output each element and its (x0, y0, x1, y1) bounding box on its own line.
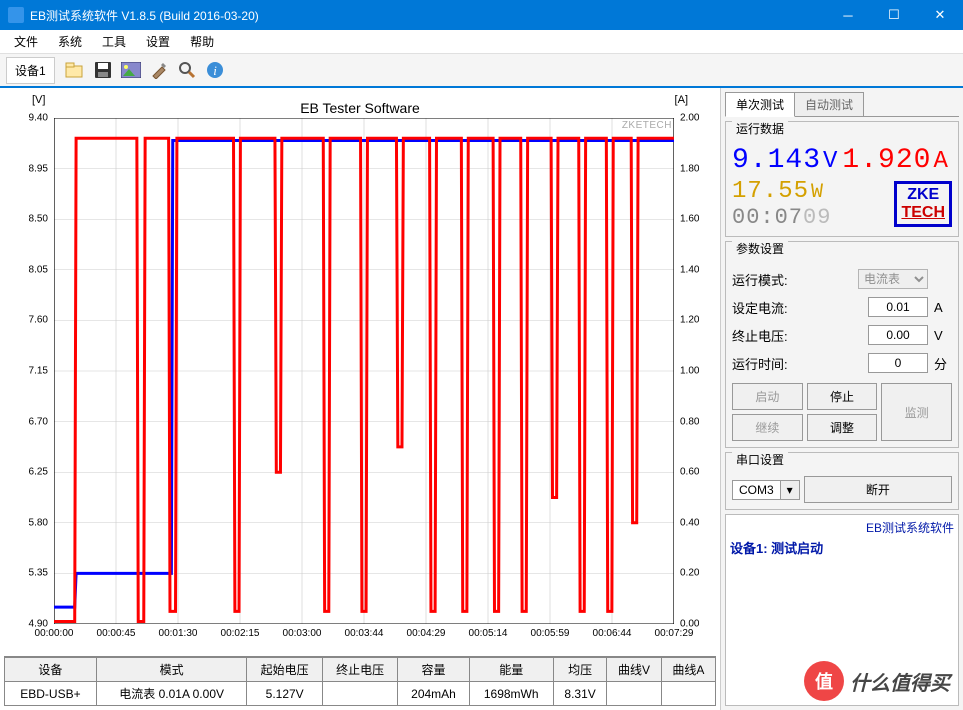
search-icon[interactable] (173, 56, 201, 84)
save-icon[interactable] (89, 56, 117, 84)
run-time-label: 运行时间: (732, 354, 862, 373)
open-icon[interactable] (61, 56, 89, 84)
stop-button[interactable]: 停止 (807, 383, 878, 410)
svg-text:i: i (213, 63, 217, 78)
cutoff-v-input[interactable] (868, 325, 928, 345)
mode-label: 运行模式: (732, 270, 852, 289)
app-icon (8, 7, 24, 23)
chart-area: [V] [A] EB Tester Software ZKETECH 4.905… (4, 92, 716, 652)
tab-auto-test[interactable]: 自动测试 (794, 92, 864, 116)
table-row[interactable]: EBD-USB+ 电流表 0.01A 0.00V 5.127V 204mAh 1… (5, 682, 716, 706)
mode-select[interactable]: 电流表 (858, 269, 928, 289)
run-time-input[interactable] (868, 353, 928, 373)
com-port-select[interactable]: COM3▾ (732, 480, 800, 500)
th-curvev: 曲线V (607, 658, 661, 682)
serial-group: 串口设置 COM3▾ 断开 (725, 452, 959, 510)
cell-capacity: 204mAh (398, 682, 469, 706)
current-display: 1.920A (842, 145, 948, 176)
set-current-input[interactable] (868, 297, 928, 317)
cell-mode: 电流表 0.01A 0.00V (96, 682, 247, 706)
param-group: 参数设置 运行模式: 电流表 设定电流: A 终止电压: (725, 241, 959, 448)
info-icon[interactable]: i (201, 56, 229, 84)
menu-help[interactable]: 帮助 (180, 31, 224, 52)
th-endv: 终止电压 (322, 658, 398, 682)
th-capacity: 容量 (398, 658, 469, 682)
test-mode-tabs: 单次测试 自动测试 (725, 92, 959, 117)
voltage-display: 9.143V (732, 145, 838, 176)
run-data-group: 运行数据 9.143V 1.920A 17.55W 00:0709 ZKE T (725, 121, 959, 237)
th-device: 设备 (5, 658, 97, 682)
device-tab[interactable]: 设备1 (6, 57, 55, 84)
th-curvea: 曲线A (661, 658, 715, 682)
menubar: 文件 系统 工具 设置 帮助 (0, 30, 963, 54)
disconnect-button[interactable]: 断开 (804, 476, 952, 503)
maximize-button[interactable]: ☐ (871, 0, 917, 30)
tab-single-test[interactable]: 单次测试 (725, 92, 795, 117)
close-button[interactable]: ✕ (917, 0, 963, 30)
y-right-unit: [A] (675, 94, 688, 106)
status-log: EB测试系统软件 设备1: 测试启动 值 什么值得买 (725, 514, 959, 706)
cell-avgv: 8.31V (553, 682, 606, 706)
titlebar: EB测试系统软件 V1.8.5 (Build 2016-03-20) ─ ☐ ✕ (0, 0, 963, 30)
results-table: 设备 模式 起始电压 终止电压 容量 能量 均压 曲线V 曲线A EBD-USB… (4, 656, 716, 706)
th-avgv: 均压 (553, 658, 606, 682)
cell-swatch-a[interactable] (661, 682, 715, 706)
cell-swatch-v[interactable] (607, 682, 661, 706)
window-title: EB测试系统软件 V1.8.5 (Build 2016-03-20) (30, 7, 825, 24)
menu-tools[interactable]: 工具 (92, 31, 136, 52)
timer-display: 00:0709 (732, 205, 831, 230)
tools-icon[interactable] (145, 56, 173, 84)
smzdm-watermark: 值 什么值得买 (804, 661, 950, 701)
th-energy: 能量 (469, 658, 553, 682)
power-display: 17.55W (732, 178, 824, 205)
cell-startv: 5.127V (247, 682, 323, 706)
cell-energy: 1698mWh (469, 682, 553, 706)
y-left-unit: [V] (32, 94, 45, 106)
monitor-button[interactable]: 监测 (881, 383, 952, 441)
th-startv: 起始电压 (247, 658, 323, 682)
start-button[interactable]: 启动 (732, 383, 803, 410)
image-icon[interactable] (117, 56, 145, 84)
cell-device: EBD-USB+ (5, 682, 97, 706)
menu-settings[interactable]: 设置 (136, 31, 180, 52)
chart-title: EB Tester Software (300, 100, 420, 116)
continue-button[interactable]: 继续 (732, 414, 803, 441)
cell-endv (322, 682, 398, 706)
cutoff-v-label: 终止电压: (732, 326, 862, 345)
menu-file[interactable]: 文件 (4, 31, 48, 52)
th-mode: 模式 (96, 658, 247, 682)
adjust-button[interactable]: 调整 (807, 414, 878, 441)
menu-system[interactable]: 系统 (48, 31, 92, 52)
set-current-label: 设定电流: (732, 298, 862, 317)
zketech-logo: ZKE TECH (894, 181, 952, 226)
toolbar: 设备1 i (0, 54, 963, 88)
minimize-button[interactable]: ─ (825, 0, 871, 30)
